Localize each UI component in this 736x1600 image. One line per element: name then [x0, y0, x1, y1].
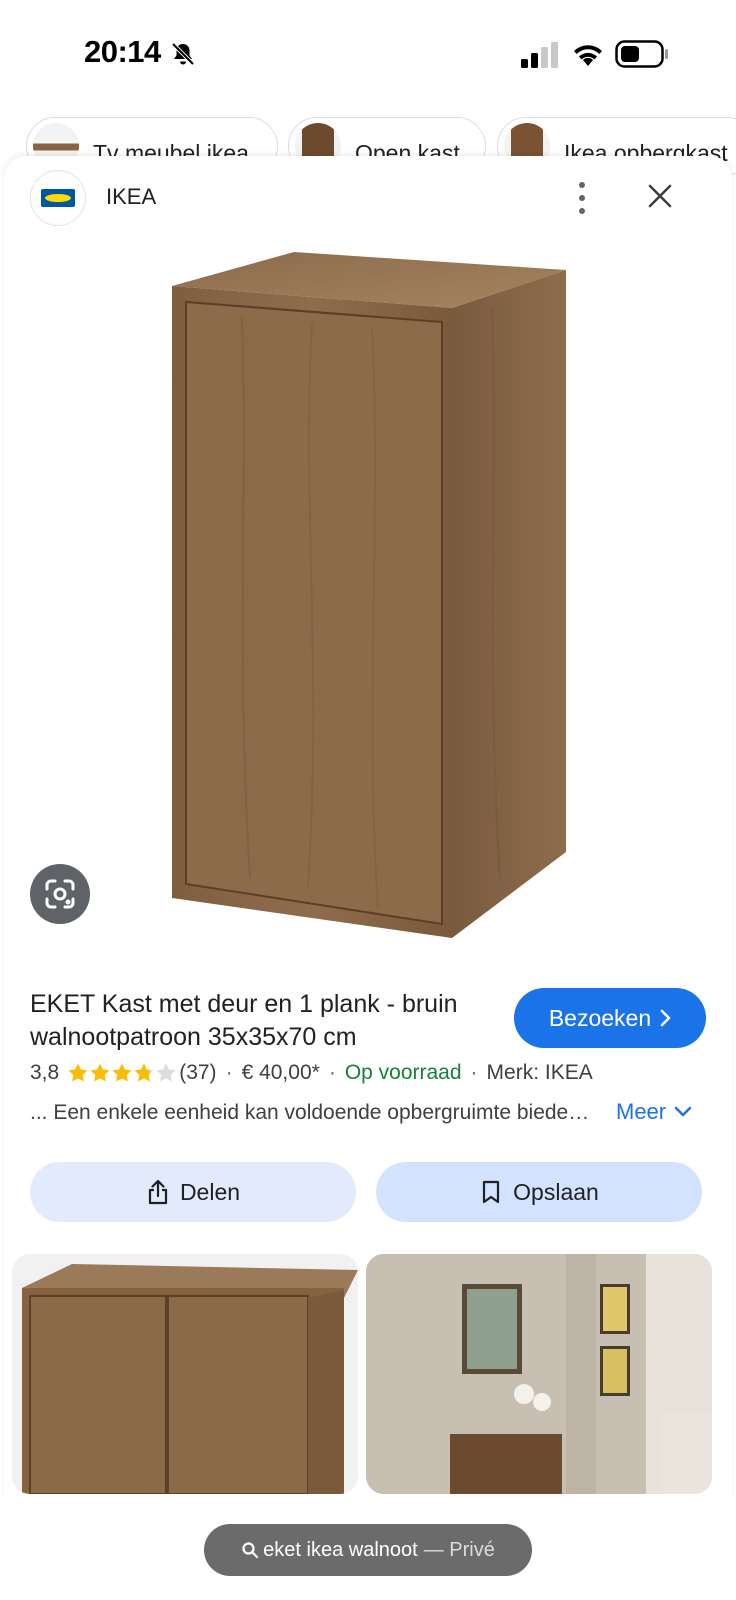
rating-stars: [67, 1062, 177, 1084]
site-logo[interactable]: [30, 170, 86, 226]
star-icon: [90, 1063, 110, 1082]
visit-button-label: Bezoeken: [548, 1004, 652, 1031]
more-options-button[interactable]: [570, 178, 594, 218]
site-name[interactable]: IKEA: [106, 184, 156, 210]
save-button[interactable]: Opslaan: [376, 1162, 702, 1222]
dot-icon: [579, 182, 585, 188]
close-button[interactable]: [644, 180, 676, 212]
dot-icon: [579, 195, 585, 201]
share-label: Delen: [179, 1178, 241, 1205]
google-lens-button[interactable]: [30, 864, 90, 924]
related-image-room[interactable]: [366, 1254, 712, 1494]
more-label: Meer: [616, 1099, 667, 1124]
related-image-cabinet[interactable]: [12, 1254, 358, 1494]
lens-icon: [45, 879, 75, 909]
address-bar[interactable]: eket ikea walnoot — Privé: [204, 1524, 532, 1576]
separator-dot: ·: [225, 1061, 233, 1084]
price: € 40,00*: [241, 1061, 320, 1084]
star-icon: [156, 1063, 176, 1082]
share-button[interactable]: Delen: [30, 1162, 356, 1222]
product-meta: 3,8 (37) · € 40,00* · Op voorraad · Merk…: [30, 1061, 593, 1085]
bookmark-icon: [483, 1180, 500, 1204]
star-icon: [68, 1063, 88, 1082]
cabinet-image: [22, 1264, 358, 1494]
product-description: ... Een enkele eenheid kan voldoende opb…: [30, 1101, 590, 1124]
status-time: 20:14: [84, 34, 161, 69]
search-icon: [242, 1542, 259, 1559]
separator-dot: ·: [328, 1061, 336, 1084]
review-count: (37): [179, 1061, 217, 1084]
star-icon: [134, 1063, 154, 1082]
chevron-down-icon: [674, 1106, 692, 1117]
room-image: [366, 1254, 712, 1494]
bell-slash-icon: [171, 42, 195, 66]
ikea-logo-icon: [41, 189, 75, 207]
separator-dot: ·: [470, 1061, 478, 1084]
more-button[interactable]: Meer: [616, 1099, 692, 1125]
rating-value: 3,8: [30, 1061, 60, 1084]
product-title[interactable]: EKET Kast met deur en 1 plank - bruin wa…: [30, 988, 500, 1054]
private-label: — Privé: [423, 1538, 495, 1561]
product-image[interactable]: [152, 238, 572, 958]
result-sheet: IKEA EKET Kast met deur en 1 plank - bru…: [4, 156, 732, 1600]
wifi-icon: [574, 45, 602, 66]
signal-icon: [521, 42, 558, 68]
share-icon: [148, 1179, 168, 1205]
visit-button[interactable]: Bezoeken: [514, 988, 706, 1048]
chevron-right-icon: [660, 1009, 671, 1027]
save-label: Opslaan: [513, 1178, 599, 1205]
availability: Op voorraad: [344, 1061, 462, 1084]
battery-icon: [615, 40, 668, 68]
star-icon: [112, 1063, 132, 1082]
dot-icon: [579, 208, 585, 214]
status-bar: 20:14: [0, 0, 736, 110]
address-text: eket ikea walnoot: [263, 1538, 418, 1561]
brand: Merk: IKEA: [486, 1061, 593, 1084]
